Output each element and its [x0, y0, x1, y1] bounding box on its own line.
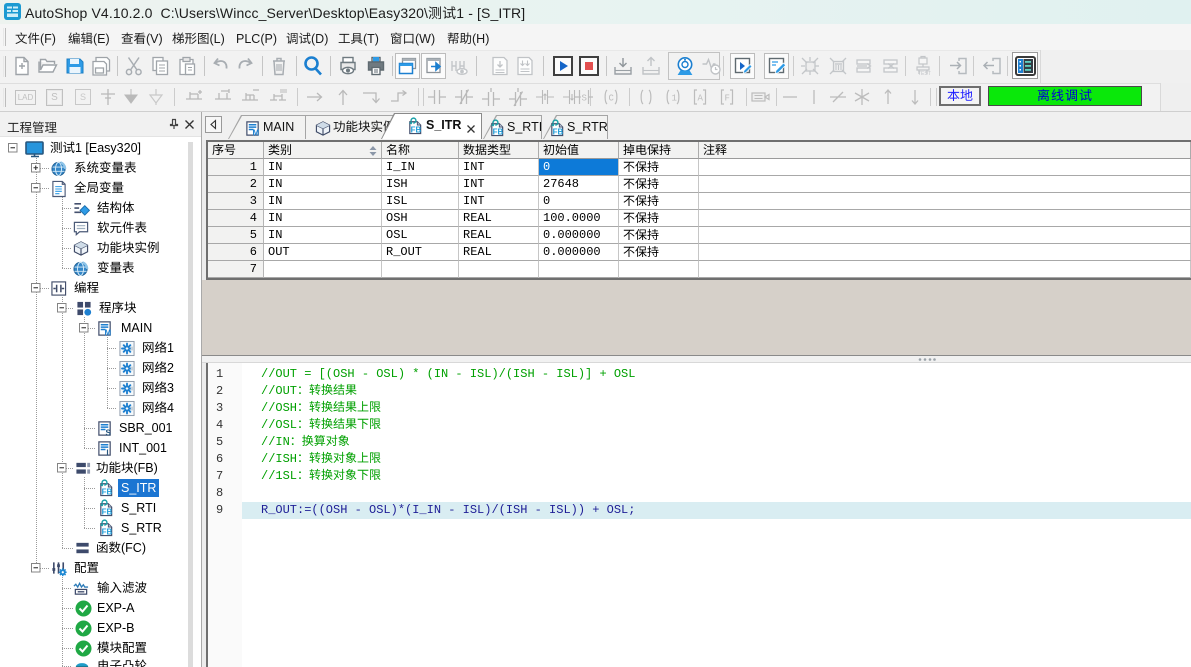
svg-text:S: S	[582, 94, 587, 104]
svg-text:C: C	[609, 94, 615, 104]
svg-text:1: 1	[672, 94, 677, 104]
svg-text:F: F	[725, 94, 730, 104]
svg-text:TEST: TEST	[918, 71, 931, 77]
svg-text:A: A	[698, 94, 704, 104]
